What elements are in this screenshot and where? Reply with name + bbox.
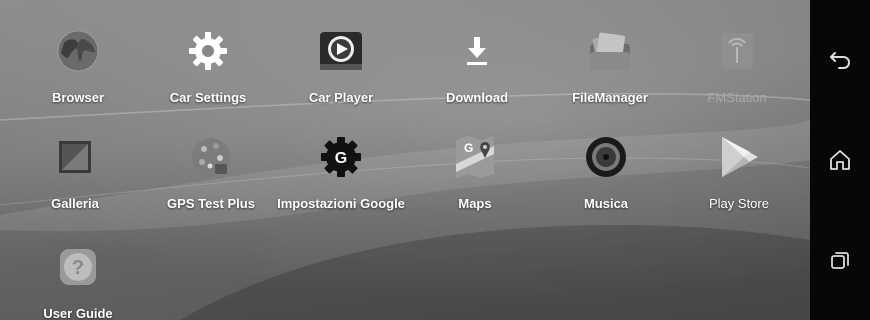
- app-label: Car Settings: [169, 90, 247, 105]
- home-icon: [830, 150, 850, 170]
- gear-icon: [183, 26, 233, 76]
- app-car-settings[interactable]: Car Settings: [133, 26, 283, 105]
- app-play-store[interactable]: Play Store: [664, 132, 810, 211]
- app-musica[interactable]: Musica: [531, 132, 681, 211]
- recents-button[interactable]: [820, 240, 860, 280]
- app-label: User Guide: [43, 306, 113, 320]
- folder-icon: [585, 26, 635, 76]
- music-icon: [581, 132, 631, 182]
- app-label: Musica: [583, 196, 629, 211]
- app-gps-test-plus[interactable]: GPS Test Plus: [136, 132, 286, 211]
- svg-text:G: G: [335, 150, 347, 167]
- help-icon: ?: [53, 242, 103, 292]
- download-icon: [452, 26, 502, 76]
- app-label: FMStation: [707, 90, 767, 105]
- maps-icon: G: [450, 132, 500, 182]
- back-button[interactable]: [820, 40, 860, 80]
- recents-icon: [831, 252, 849, 269]
- home-button[interactable]: [820, 140, 860, 180]
- home-screen: Browser Car Settings Car Player Download…: [0, 0, 810, 320]
- gps-icon: [186, 132, 236, 182]
- app-label: Car Player: [308, 90, 374, 105]
- radio-icon: [712, 26, 762, 76]
- google-settings-icon: G: [316, 132, 366, 182]
- globe-icon: [53, 26, 103, 76]
- svg-text:?: ?: [72, 257, 84, 279]
- back-arrow-icon: [830, 52, 851, 69]
- app-impostazioni-google[interactable]: G Impostazioni Google: [266, 132, 416, 211]
- app-label: Download: [445, 90, 509, 105]
- app-car-player[interactable]: Car Player: [266, 26, 416, 105]
- app-label: Play Store: [709, 196, 769, 211]
- gallery-icon: [50, 132, 100, 182]
- play-icon: [316, 26, 366, 76]
- app-label: FileManager: [572, 90, 648, 105]
- app-label: Browser: [51, 90, 105, 105]
- app-fmstation[interactable]: FMStation: [662, 26, 810, 105]
- app-browser[interactable]: Browser: [3, 26, 153, 105]
- navigation-bar: [810, 0, 870, 320]
- app-maps[interactable]: G Maps: [400, 132, 550, 211]
- app-label: Impostazioni Google: [277, 196, 405, 211]
- app-galleria[interactable]: Galleria: [0, 132, 150, 211]
- svg-text:G: G: [464, 141, 473, 155]
- app-label: Galleria: [51, 196, 99, 211]
- app-user-guide[interactable]: ? User Guide: [3, 242, 153, 320]
- app-download[interactable]: Download: [402, 26, 552, 105]
- app-label: GPS Test Plus: [167, 196, 255, 211]
- app-label: Maps: [458, 196, 492, 211]
- play-store-icon: [714, 132, 764, 182]
